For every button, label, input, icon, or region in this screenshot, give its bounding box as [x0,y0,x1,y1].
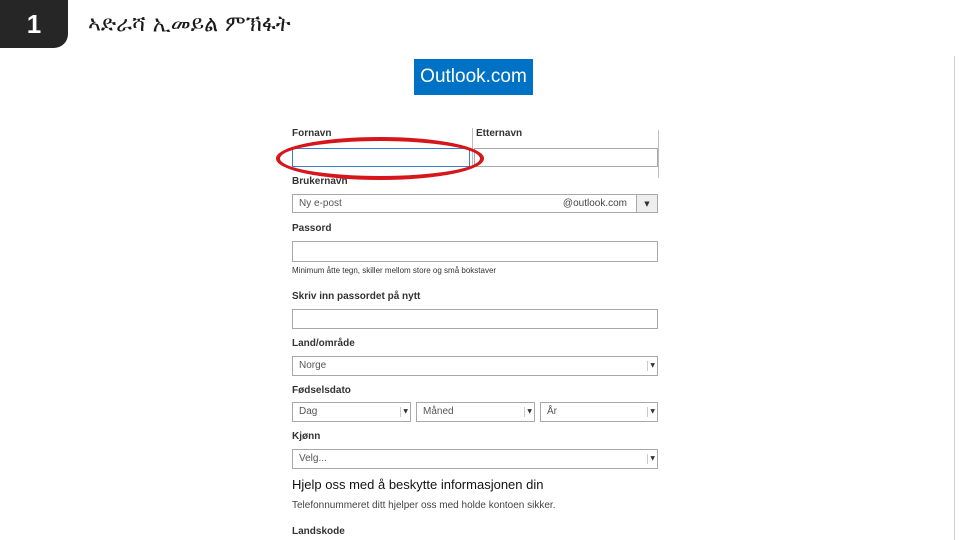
day-select[interactable]: Dag ▼ [292,402,411,422]
password-label: Passord [292,223,332,234]
domain-suffix: @outlook.com [562,198,627,209]
domain-dropdown-button[interactable]: ▼ [636,195,657,212]
gender-label: Kjønn [292,431,321,442]
username-placeholder: Ny e-post [299,198,342,209]
username-label: Brukernavn [292,176,348,187]
password-hint: Minimum åtte tegn, skiller mellom store … [292,266,497,275]
last-name-label: Etternavn [476,128,523,139]
last-name-input[interactable] [474,148,658,167]
country-code-label: Landskode [292,526,345,537]
country-value: Norge [299,360,327,371]
first-name-label: Fornavn [292,128,332,139]
password-repeat-label: Skriv inn passordet på nytt [292,291,421,302]
month-value: Måned [423,406,454,417]
username-input[interactable]: Ny e-post @outlook.com ▼ [292,194,658,213]
gender-select[interactable]: Velg... ▼ [292,449,658,469]
first-name-input[interactable] [292,148,470,167]
chevron-down-icon: ▼ [647,407,655,417]
chevron-down-icon: ▼ [524,407,532,417]
gender-value: Velg... [299,453,327,464]
chevron-down-icon: ▼ [644,199,650,208]
password-repeat-input[interactable] [292,309,658,329]
divider [472,128,473,168]
month-select[interactable]: Måned ▼ [416,402,535,422]
chevron-down-icon: ▼ [400,407,408,417]
password-input[interactable] [292,241,658,262]
day-value: Dag [299,406,318,417]
signup-form: Fornavn Etternavn Brukernavn Ny e-post @… [0,0,960,540]
chevron-down-icon: ▼ [647,361,655,371]
birthdate-label: Fødselsdato [292,385,351,396]
divider [658,130,659,178]
help-subtext: Telefonnummeret ditt hjelper oss med hol… [292,500,556,511]
year-select[interactable]: År ▼ [540,402,658,422]
year-value: År [547,406,557,417]
help-heading: Hjelp oss med å beskytte informasjonen d… [292,477,544,492]
country-select[interactable]: Norge ▼ [292,356,658,376]
chevron-down-icon: ▼ [647,454,655,464]
country-label: Land/område [292,338,355,349]
